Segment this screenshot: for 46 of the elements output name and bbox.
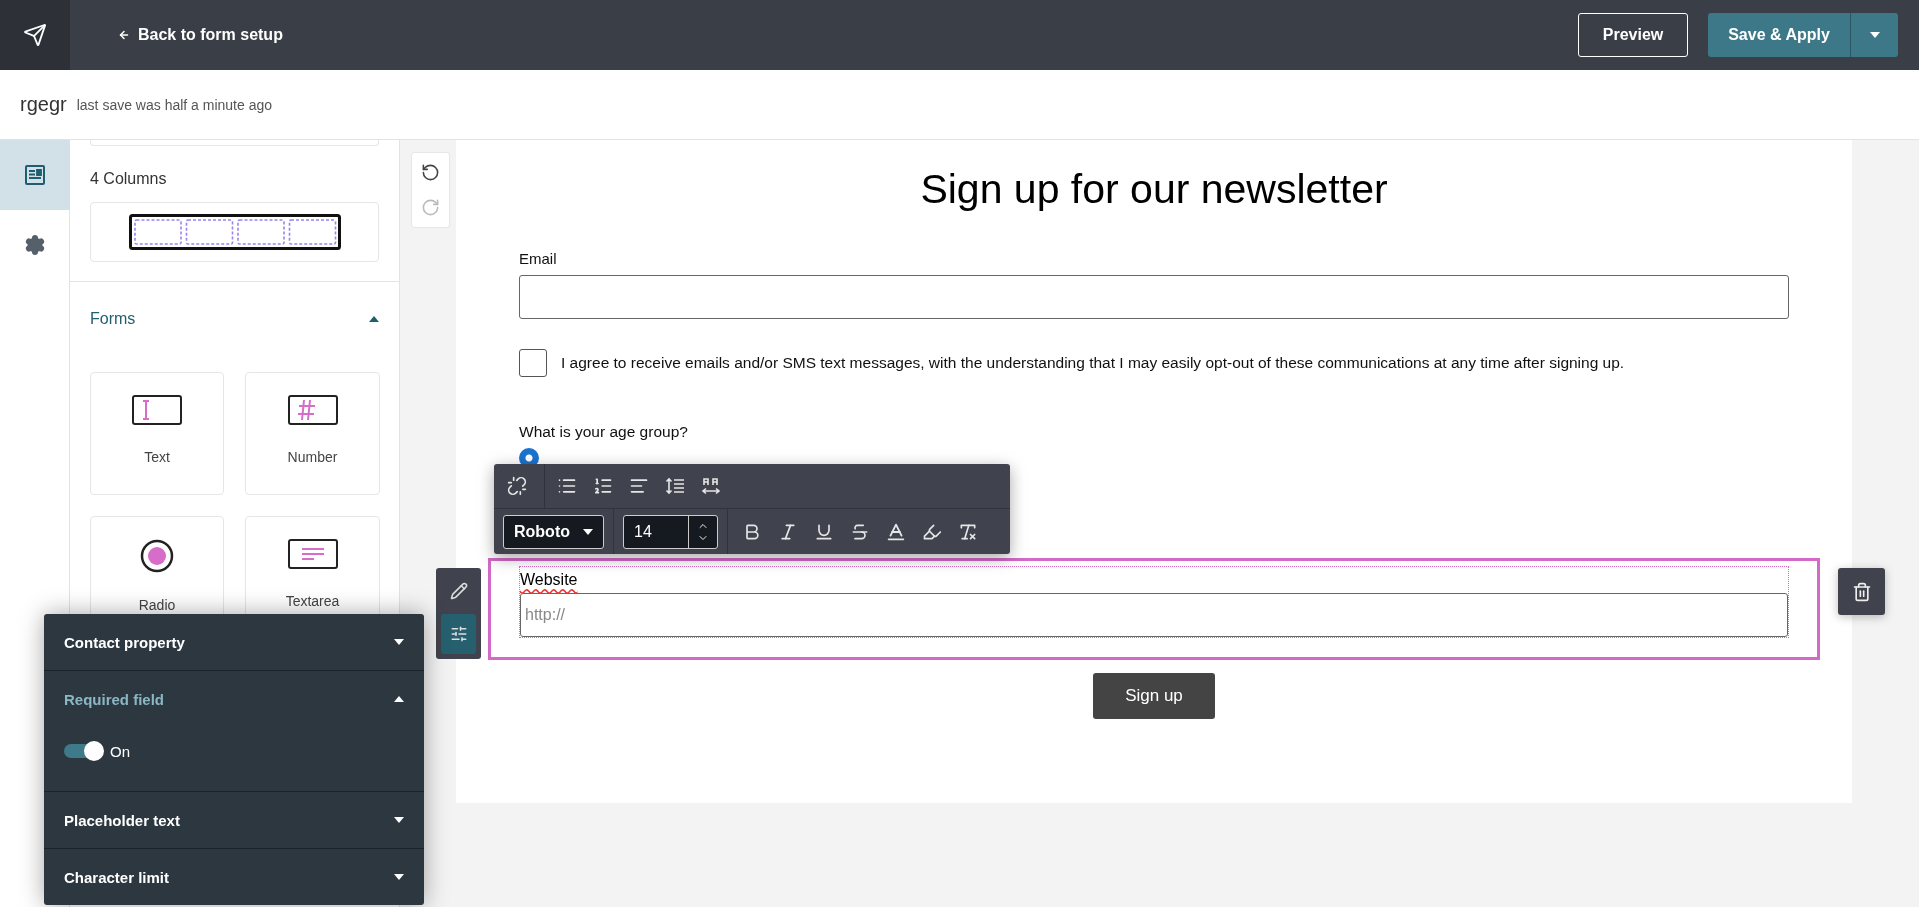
font-size-spinner[interactable]: 14 bbox=[623, 514, 718, 549]
undo-icon bbox=[421, 163, 440, 182]
field-settings-button[interactable] bbox=[441, 614, 476, 654]
settings-section-header[interactable]: Required field bbox=[44, 671, 424, 727]
required-toggle[interactable] bbox=[64, 741, 104, 761]
sliders-icon bbox=[449, 625, 468, 643]
redo-icon bbox=[421, 198, 440, 217]
field-tile[interactable]: Text bbox=[90, 372, 224, 495]
arrow-left-icon bbox=[118, 29, 130, 41]
pencil-icon bbox=[449, 582, 468, 600]
website-input[interactable]: http:// bbox=[520, 593, 1788, 637]
toggle-label: On bbox=[110, 742, 130, 760]
layout-icon bbox=[25, 165, 45, 185]
consent-checkbox[interactable] bbox=[519, 349, 547, 377]
font-select[interactable]: Roboto bbox=[503, 514, 604, 549]
settings-section-header[interactable]: Character limit bbox=[44, 849, 424, 905]
font-size-input[interactable]: 14 bbox=[624, 515, 688, 548]
forms-section-header[interactable]: Forms bbox=[70, 282, 399, 356]
field-tile[interactable]: Number bbox=[245, 372, 380, 495]
settings-section-header[interactable]: Contact property bbox=[44, 614, 424, 670]
save-status: last save was half a minute ago bbox=[76, 96, 273, 113]
email-input[interactable] bbox=[519, 275, 1789, 319]
form-name: rgegr bbox=[20, 93, 67, 116]
settings-icon bbox=[24, 234, 46, 256]
four-columns-icon bbox=[128, 214, 341, 250]
rail-tab[interactable] bbox=[0, 140, 70, 210]
layout-label: 4 Columns bbox=[90, 170, 168, 188]
form-title: Sign up for our newsletter bbox=[919, 165, 1389, 214]
radio-icon bbox=[140, 539, 174, 573]
email-label: Email bbox=[519, 250, 558, 267]
sign-up-button[interactable]: Sign up bbox=[1093, 673, 1215, 719]
paper-plane-logo[interactable] bbox=[23, 23, 47, 47]
preview-button[interactable]: Preview bbox=[1578, 13, 1688, 57]
save-apply-button[interactable]: Save & Apply bbox=[1708, 13, 1850, 57]
number-field-icon bbox=[287, 395, 338, 425]
delete-button[interactable] bbox=[1838, 568, 1885, 615]
website-label: Website bbox=[520, 571, 578, 589]
layout-tile[interactable] bbox=[90, 202, 379, 262]
trash-icon bbox=[1851, 581, 1872, 602]
selected-field[interactable]: Website http:// bbox=[488, 558, 1820, 660]
back-link[interactable]: Back to form setup bbox=[118, 26, 283, 44]
text-field-icon bbox=[132, 395, 182, 425]
age-question: What is your age group? bbox=[519, 423, 689, 441]
textarea-icon bbox=[287, 539, 338, 569]
consent-text: I agree to receive emails and/or SMS text messages, with the understanding that I may easily opt-out of these communications at any time after signing up. bbox=[561, 354, 1625, 372]
settings-section-header[interactable]: Placeholder text bbox=[44, 792, 424, 848]
